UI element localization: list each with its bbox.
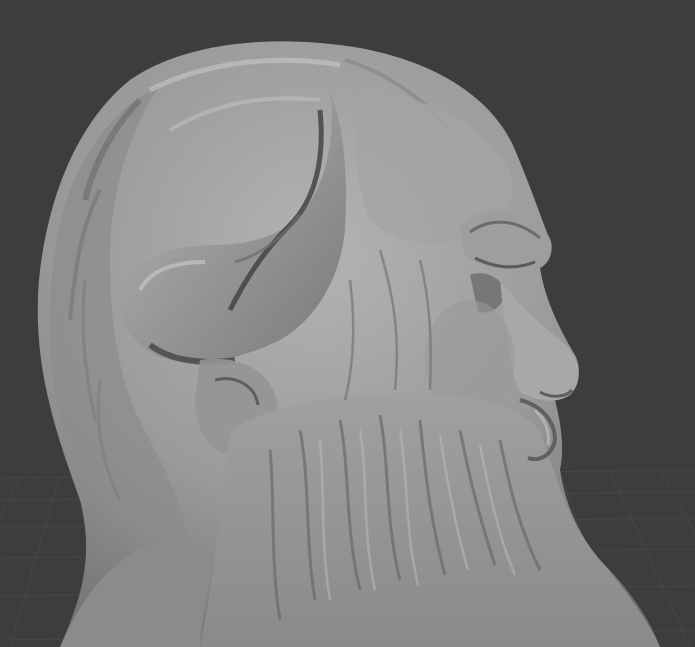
sculpted-bust-mesh[interactable]	[37, 41, 660, 647]
viewport-canvas[interactable]	[0, 0, 695, 647]
3d-viewport[interactable]	[0, 0, 695, 647]
